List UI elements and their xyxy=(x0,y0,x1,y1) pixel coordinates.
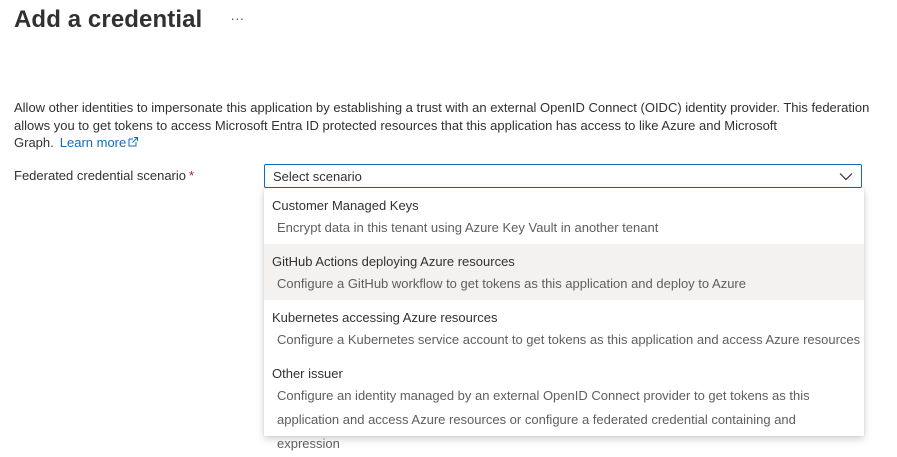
option-description: Configure a Kubernetes service account t… xyxy=(277,332,861,347)
field-label-text: Federated credential scenario xyxy=(14,168,186,183)
option-title: Kubernetes accessing Azure resources xyxy=(272,310,498,325)
option-title: GitHub Actions deploying Azure resources xyxy=(272,254,515,269)
option-title: Customer Managed Keys xyxy=(272,198,419,213)
more-options-button[interactable]: ··· xyxy=(226,7,248,29)
required-indicator: * xyxy=(189,168,195,183)
ellipsis-icon: ··· xyxy=(230,10,245,26)
option-customer-managed-keys[interactable]: Customer Managed Keys Encrypt data in th… xyxy=(264,188,864,244)
page-header: Add a credential ··· xyxy=(14,6,248,34)
add-credential-page: Add a credential ··· Allow other identit… xyxy=(0,0,897,457)
description-body: Allow other identities to impersonate th… xyxy=(14,100,870,150)
federated-credential-scenario-label: Federated credential scenario * xyxy=(14,168,194,183)
page-title: Add a credential xyxy=(14,6,203,33)
option-description: Configure a GitHub workflow to get token… xyxy=(277,276,746,291)
external-link-icon xyxy=(128,137,139,147)
option-kubernetes[interactable]: Kubernetes accessing Azure resources Con… xyxy=(264,300,864,356)
scenario-dropdown-list: Customer Managed Keys Encrypt data in th… xyxy=(264,188,864,451)
option-github-actions[interactable]: GitHub Actions deploying Azure resources… xyxy=(264,244,864,300)
scenario-select[interactable]: Select scenario xyxy=(264,164,862,188)
learn-more-link[interactable]: Learn more xyxy=(60,135,139,150)
select-value: Select scenario xyxy=(273,169,362,184)
option-title: Other issuer xyxy=(272,366,343,381)
option-other-issuer[interactable]: Other issuer Configure an identity manag… xyxy=(264,356,864,451)
chevron-down-icon xyxy=(839,173,853,181)
description-text: Allow other identities to impersonate th… xyxy=(14,99,874,152)
option-description: Configure an identity managed by an exte… xyxy=(277,388,810,451)
learn-more-label: Learn more xyxy=(59,135,127,150)
option-description: Encrypt data in this tenant using Azure … xyxy=(277,220,659,235)
